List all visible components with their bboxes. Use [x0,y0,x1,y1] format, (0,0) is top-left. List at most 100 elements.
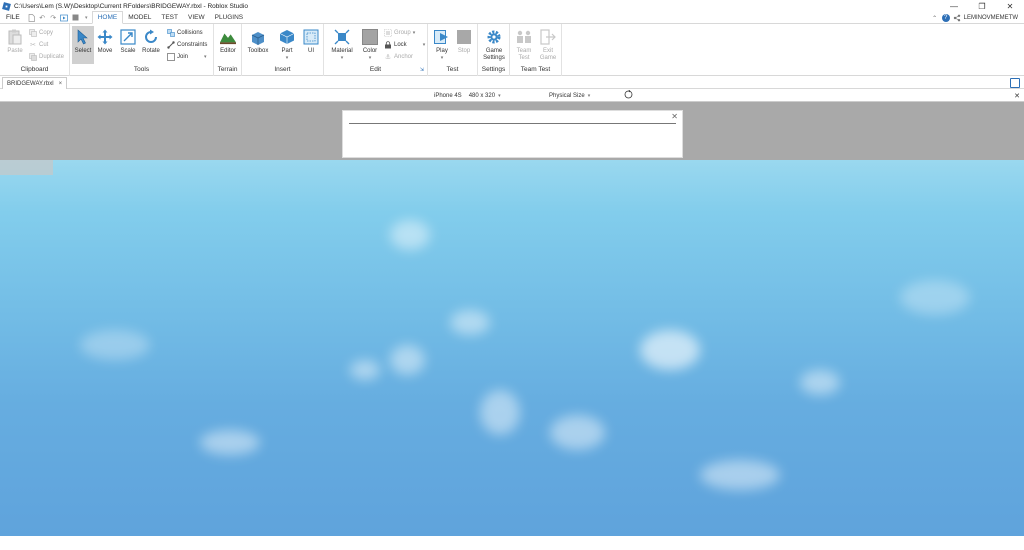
cloud [900,280,970,315]
cut-button[interactable]: ✂ Cut [29,40,48,50]
team-test-label: Team Test [520,66,551,73]
device-dropdown-icon: ▾ [498,92,501,99]
test-label: Test [446,66,459,73]
part-button[interactable]: Part ▾ [276,26,298,64]
stop-icon [456,29,472,45]
toolbox-button[interactable]: Toolbox [247,26,269,64]
cloud [350,360,380,380]
checkbox-icon [167,53,175,61]
material-icon [334,29,350,45]
tab-plugins[interactable]: PLUGINS [210,12,249,24]
color-swatch-icon [362,29,378,45]
material-button[interactable]: Material ▾ [331,26,353,64]
play-button[interactable]: Play ▾ [431,26,453,64]
document-tab-close-icon[interactable]: × [59,81,63,87]
stop-quick-icon[interactable] [71,13,80,22]
material-dropdown-icon[interactable]: ▾ [341,55,344,61]
quick-access-dropdown-icon[interactable]: ▾ [82,13,91,22]
device-bar-close-button[interactable]: ✕ [1014,89,1020,102]
maximize-button[interactable]: ❐ [968,0,996,12]
popup-divider [349,123,676,124]
ui-frame-icon [303,29,319,45]
play-icon [434,29,450,45]
username[interactable]: LEMINOVMEMETW [964,15,1018,21]
play-dropdown-icon[interactable]: ▾ [441,55,444,61]
new-file-icon[interactable] [27,13,36,22]
paste-button[interactable]: Paste [4,26,26,64]
team-test-button[interactable]: Team Test [513,26,535,64]
scale-icon [120,29,136,45]
tab-home[interactable]: HOME [91,11,124,24]
size-mode-label: Physical Size [549,92,585,99]
team-test-icon [516,29,532,45]
redo-icon[interactable]: ↷ [49,13,58,22]
close-button[interactable]: ✕ [996,0,1024,12]
share-icon[interactable] [953,14,961,22]
constraints-toggle[interactable]: Constraints [167,40,207,50]
move-button[interactable]: Move [94,26,116,64]
help-icon[interactable]: ? [941,14,950,22]
size-mode-selector[interactable]: Physical Size ▾ [549,89,590,102]
collapse-ribbon-icon[interactable]: ⌃ [931,14,939,22]
device-emulator-bar: iPhone 4S 480 x 320 ▾ Physical Size ▾ ✕ [0,89,1024,102]
group-dropdown-icon[interactable]: ▾ [413,30,416,36]
roblox-studio-icon [2,1,11,11]
rotate-device-icon [624,89,633,101]
color-dropdown-icon[interactable]: ▾ [369,55,372,61]
stop-button[interactable]: Stop [453,26,475,64]
lock-dropdown-icon[interactable]: ▾ [423,42,426,48]
cloud [80,330,150,360]
ui-button[interactable]: UI [300,26,322,64]
tab-model[interactable]: MODEL [123,12,156,24]
edit-group: Material ▾ Color ▾ Group ▾ Lock ▾ ⚓ Anch… [324,24,428,76]
3d-viewport[interactable]: ✕ [0,102,1024,536]
document-tabs: BRIDGEWAY.rbxl × [0,77,1024,89]
game-settings-button[interactable]: Game Settings [483,26,505,64]
cloud [390,345,425,375]
duplicate-icon [29,53,37,61]
tools-label: Tools [133,66,150,73]
cloud [640,330,700,370]
terrain-group: Editor Terrain [214,24,242,76]
user-area: ⌃ ? LEMINOVMEMETW [931,12,1018,24]
device-selector[interactable]: iPhone 4S 480 x 320 ▾ [434,89,501,102]
settings-group: Game Settings Settings [478,24,510,76]
rotate-button[interactable]: Rotate [140,26,162,64]
scissors-icon: ✂ [30,42,36,49]
cloud [390,220,430,250]
join-dropdown-icon[interactable]: ▾ [204,54,207,60]
group-button[interactable]: Group ▾ [384,28,415,38]
cloud [550,415,605,450]
exit-game-button[interactable]: Exit Game [537,26,559,64]
play-quick-icon[interactable] [60,13,69,22]
terrain-icon [220,29,236,45]
file-menu[interactable]: FILE [0,14,26,21]
join-toggle[interactable]: Join ▾ [167,52,207,62]
constraints-icon [167,41,175,49]
tab-test[interactable]: TEST [156,12,183,24]
duplicate-button[interactable]: Duplicate [29,52,64,62]
window-layout-icon[interactable] [1010,78,1020,88]
settings-label: Settings [481,66,506,73]
select-button[interactable]: Select [72,26,94,64]
tab-view[interactable]: VIEW [183,12,210,24]
scale-button[interactable]: Scale [117,26,139,64]
color-button[interactable]: Color ▾ [359,26,381,64]
lock-button[interactable]: Lock ▾ [384,40,425,50]
status-bar [0,536,1024,550]
document-tab-bridgeway[interactable]: BRIDGEWAY.rbxl × [2,77,68,89]
rotate-device-button[interactable] [624,89,633,102]
minimize-button[interactable]: — [940,0,968,12]
title-bar: C:\Users\Lem (S.W)\Desktop\Current RFold… [0,0,1024,12]
menu-bar: FILE ↶ ↷ ▾ HOME MODEL TEST VIEW PLUGINS [0,11,1024,24]
move-arrows-icon [97,29,113,45]
anchor-button[interactable]: ⚓ Anchor [384,52,413,62]
copy-button[interactable]: Copy [29,28,53,38]
collisions-toggle[interactable]: Collisions [167,28,203,38]
popup-close-icon[interactable]: ✕ [671,112,678,121]
insert-label: Insert [274,66,291,73]
part-dropdown-icon[interactable]: ▾ [286,55,289,61]
undo-icon[interactable]: ↶ [38,13,47,22]
terrain-editor-button[interactable]: Editor [217,26,239,64]
size-mode-dropdown-icon: ▾ [587,92,591,99]
